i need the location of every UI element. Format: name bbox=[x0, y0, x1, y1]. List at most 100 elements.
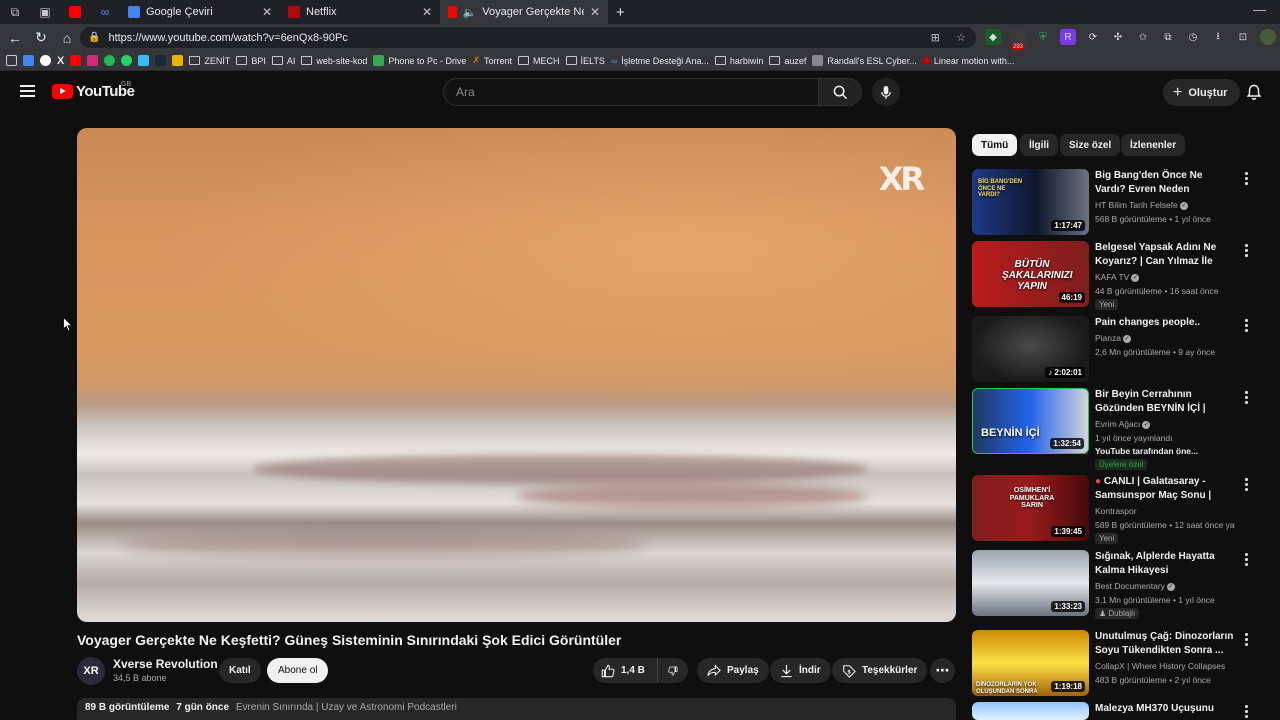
pinned-tab-youtube[interactable] bbox=[60, 0, 90, 24]
close-tab-icon[interactable]: ✕ bbox=[262, 5, 272, 19]
recommendation-channel[interactable]: KAFA TV ✓ bbox=[1095, 272, 1140, 282]
bookmark-torrent[interactable]: ✗ Torrent bbox=[472, 55, 512, 66]
description-box[interactable]: 89 B görüntüleme 7 gün önce Evrenin Sını… bbox=[77, 698, 956, 720]
video-thumbnail[interactable]: DİNOZORLARIN YOK OLUŞUNDAN SONRA 1:19:18 bbox=[972, 630, 1089, 696]
download-button[interactable]: İndir bbox=[770, 658, 831, 683]
bookmark-reader-icon[interactable] bbox=[6, 55, 17, 66]
search-button[interactable] bbox=[818, 78, 862, 106]
tab-netflix[interactable]: Netflix ✕ bbox=[280, 0, 440, 24]
bookmark-instagram-icon[interactable] bbox=[87, 55, 99, 66]
bookmark-ielts[interactable]: İELTS bbox=[565, 56, 605, 66]
recommendation-item[interactable]: ♪ 2:02:01 Pain changes people.. Pianza ✓ … bbox=[972, 316, 1262, 382]
favorite-star-icon[interactable]: ☆ bbox=[956, 31, 966, 44]
chip-for-you[interactable]: Size özel bbox=[1060, 134, 1121, 156]
bookmark-translate-icon[interactable] bbox=[23, 55, 34, 66]
like-button[interactable]: 1,4 B bbox=[593, 658, 657, 683]
extension-green-icon[interactable]: ◆ bbox=[985, 29, 1001, 45]
recommendation-title[interactable]: Big Bang'den Önce Ne Vardı? Evren Neden … bbox=[1095, 169, 1235, 197]
back-icon[interactable]: ← bbox=[2, 30, 28, 46]
favorites-icon[interactable]: ✩ bbox=[1135, 29, 1151, 45]
more-options-icon[interactable] bbox=[1245, 319, 1249, 332]
recommendation-title[interactable]: Bir Beyin Cerrahının Gözünden BEYNİN İÇİ… bbox=[1095, 388, 1235, 416]
more-options-icon[interactable] bbox=[1245, 244, 1249, 257]
bookmark-cloud-icon[interactable] bbox=[138, 55, 150, 66]
extensions-puzzle-icon[interactable]: ✣ bbox=[1110, 29, 1126, 45]
recommendation-item[interactable]: DİNOZORLARIN YOK OLUŞUNDAN SONRA 1:19:18… bbox=[972, 630, 1262, 696]
recommendation-title[interactable]: Belgesel Yapsak Adını Ne Koyarız? | Can … bbox=[1095, 241, 1235, 269]
close-tab-icon[interactable]: ✕ bbox=[422, 5, 432, 19]
tab-voyager-video[interactable]: 🔈 Voyager Gerçekte Ne Keşfeti ✕ bbox=[440, 0, 608, 24]
more-options-icon[interactable] bbox=[1245, 391, 1249, 404]
recommendation-item[interactable]: BEYNİN İÇİ 1:32:54 Bir Beyin Cerrahının … bbox=[972, 388, 1262, 470]
recommendation-channel[interactable]: Pianza ✓ bbox=[1095, 333, 1131, 343]
channel-name[interactable]: Xverse Revolution bbox=[113, 657, 218, 671]
shield-icon[interactable]: ⛨ bbox=[1035, 29, 1051, 45]
extension-purple-icon[interactable]: R bbox=[1060, 29, 1076, 45]
recommendation-title[interactable]: Malezya MH370 Uçuşunu bbox=[1095, 702, 1235, 716]
youtube-logo[interactable]: YouTube GB bbox=[52, 81, 135, 100]
bookmark-zenit[interactable]: ZENİT bbox=[189, 56, 230, 66]
collections-icon[interactable]: ⧉ bbox=[1160, 29, 1176, 45]
bookmark-ai[interactable]: AI bbox=[271, 56, 295, 66]
recommendation-channel[interactable]: Kontraspor bbox=[1095, 506, 1137, 516]
search-input[interactable]: Ara bbox=[443, 78, 819, 106]
chip-watched[interactable]: İzlenenler bbox=[1121, 134, 1186, 156]
channel-avatar[interactable]: XR bbox=[77, 657, 105, 685]
bookmark-youtube-icon[interactable] bbox=[70, 55, 82, 66]
recommendation-title[interactable]: Pain changes people.. bbox=[1095, 316, 1235, 330]
site-info-icon[interactable]: 🔒 bbox=[88, 32, 100, 43]
recommendation-item[interactable]: 1:33:23 Sığınak, Alplerde Hayatta Kalma … bbox=[972, 550, 1262, 619]
podcast-link[interactable]: Evrenin Sınırında | Uzay ve Astronomi Po… bbox=[236, 702, 457, 713]
video-thumbnail[interactable]: BEYNİN İÇİ 1:32:54 bbox=[972, 388, 1089, 454]
more-options-icon[interactable] bbox=[1245, 553, 1249, 566]
more-options-icon[interactable] bbox=[1245, 478, 1249, 491]
subscribe-button[interactable]: Abone ol bbox=[267, 658, 329, 683]
url-field[interactable]: 🔒 https://www.youtube.com/watch?v=6enQx8… bbox=[80, 27, 976, 48]
bookmark-google-icon[interactable] bbox=[40, 55, 51, 66]
pinned-tab-meta[interactable]: ∞ bbox=[90, 0, 120, 24]
join-button[interactable]: Katıl bbox=[219, 658, 261, 683]
bookmark-bpi[interactable]: BPI bbox=[236, 56, 266, 66]
menu-icon[interactable] bbox=[20, 85, 35, 100]
tab-google-translate[interactable]: Google Çeviri ✕ bbox=[120, 0, 280, 24]
video-thumbnail[interactable]: BİG BANG'DEN ÖNCE NE VARDI? 1:17:47 bbox=[972, 169, 1089, 235]
tab-actions-icon[interactable]: ▣ bbox=[30, 0, 60, 24]
bookmark-isletme[interactable]: ∞ İşletme Desteği Ana... bbox=[611, 56, 709, 66]
recommendation-title[interactable]: Unutulmuş Çağ: Dinozorların Soyu Tükendi… bbox=[1095, 630, 1235, 658]
recommendation-title[interactable]: ● CANLI | Galatasaray - Samsunspor Maç S… bbox=[1095, 475, 1235, 503]
close-tab-icon[interactable]: ✕ bbox=[590, 5, 600, 19]
bookmark-linear-motion[interactable]: Linear motion with... bbox=[922, 56, 1014, 66]
more-options-icon[interactable] bbox=[1245, 705, 1249, 718]
recommendation-channel[interactable]: Best Documentary ✓ bbox=[1095, 581, 1175, 591]
recommendation-item[interactable]: BİG BANG'DEN ÖNCE NE VARDI? 1:17:47 Big … bbox=[972, 169, 1262, 235]
bookmark-spotify-icon[interactable] bbox=[104, 55, 116, 66]
download-icon[interactable]: ⭳ bbox=[1210, 29, 1226, 45]
bookmark-mech[interactable]: MECH bbox=[518, 56, 560, 66]
bookmark-whatsapp-icon[interactable] bbox=[121, 55, 133, 66]
reload-icon[interactable]: ↻ bbox=[28, 29, 54, 46]
chip-related[interactable]: İlgili bbox=[1020, 134, 1058, 156]
video-thumbnail[interactable]: 1:33:23 bbox=[972, 550, 1089, 616]
bookmark-randalls[interactable]: Randall's ESL Cyber... bbox=[812, 55, 917, 66]
audio-playing-icon[interactable]: 🔈 bbox=[463, 6, 477, 19]
more-actions-button[interactable]: ⋯ bbox=[930, 658, 955, 683]
voice-search-button[interactable] bbox=[872, 78, 900, 106]
dislike-button[interactable] bbox=[657, 658, 688, 683]
recommendation-item[interactable]: BÜTÜN ŞAKALARINIZI YAPIN 46:19 Belgesel … bbox=[972, 241, 1262, 310]
recommendation-channel[interactable]: CollapX | Where History Collapses bbox=[1095, 661, 1225, 671]
new-tab-button[interactable]: + bbox=[608, 0, 633, 24]
chip-all[interactable]: Tümü bbox=[972, 134, 1018, 156]
extension-refresh-icon[interactable]: ⟳ bbox=[1085, 29, 1101, 45]
video-player[interactable]: XR bbox=[77, 128, 956, 622]
bookmark-harbiwin[interactable]: harbiwin bbox=[714, 56, 763, 66]
create-button[interactable]: + Oluştur bbox=[1163, 79, 1241, 106]
video-thumbnail[interactable]: OSİMHEN'İ PAMUKLARA SARIN 1:39:45 bbox=[972, 475, 1089, 541]
bookmark-web-site-kod[interactable]: web-site-kod bbox=[301, 56, 367, 66]
bookmark-steam-icon[interactable] bbox=[155, 55, 167, 66]
notifications-button[interactable] bbox=[1246, 84, 1262, 106]
recommendation-channel[interactable]: Evrim Ağacı ✓ bbox=[1095, 419, 1151, 429]
bookmark-x-icon[interactable]: X bbox=[57, 55, 64, 67]
video-thumbnail[interactable]: BÜTÜN ŞAKALARINIZI YAPIN 46:19 bbox=[972, 241, 1089, 307]
recommendation-channel[interactable]: HT Bilim Tarih Felsefe ✓ bbox=[1095, 200, 1188, 210]
extension-counter-icon[interactable]: 293 bbox=[1010, 29, 1026, 50]
